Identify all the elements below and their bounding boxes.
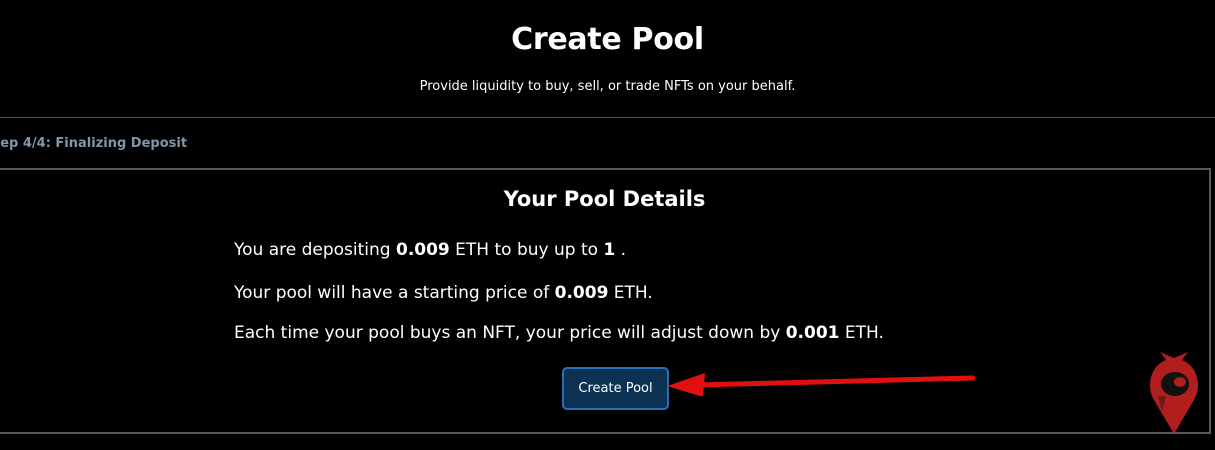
adjust-prefix: Each time your pool buys an NFT, your pr… — [234, 323, 786, 343]
deposit-suffix: . — [615, 240, 627, 260]
buy-count: 1 — [603, 240, 616, 260]
deposit-amount: 0.009 — [395, 240, 450, 260]
step-indicator: tep 4/4: Finalizing Deposit — [0, 136, 188, 151]
price-delta: 0.001 — [785, 323, 840, 343]
red-location-logo-icon — [1150, 352, 1198, 434]
pool-details-title: Your Pool Details — [503, 187, 706, 211]
create-pool-button[interactable]: Create Pool — [562, 367, 669, 410]
price-suffix: ETH. — [608, 283, 653, 303]
starting-price: 0.009 — [554, 283, 609, 303]
red-arrow-icon — [667, 373, 976, 396]
deposit-summary-line: You are depositing 0.009 ETH to buy up t… — [234, 240, 626, 260]
page-subtitle: Provide liquidity to buy, sell, or trade… — [419, 79, 796, 94]
adjust-suffix: ETH. — [839, 323, 884, 343]
deposit-prefix: You are depositing — [234, 240, 396, 260]
price-prefix: Your pool will have a starting price of — [234, 283, 555, 303]
header-divider — [0, 117, 1215, 118]
price-adjustment-line: Each time your pool buys an NFT, your pr… — [234, 323, 884, 343]
page-title: Create Pool — [511, 22, 704, 57]
create-pool-page: Create Pool Provide liquidity to buy, se… — [0, 0, 1215, 450]
deposit-middle: ETH to buy up to — [449, 240, 604, 260]
starting-price-line: Your pool will have a starting price of … — [234, 283, 653, 303]
